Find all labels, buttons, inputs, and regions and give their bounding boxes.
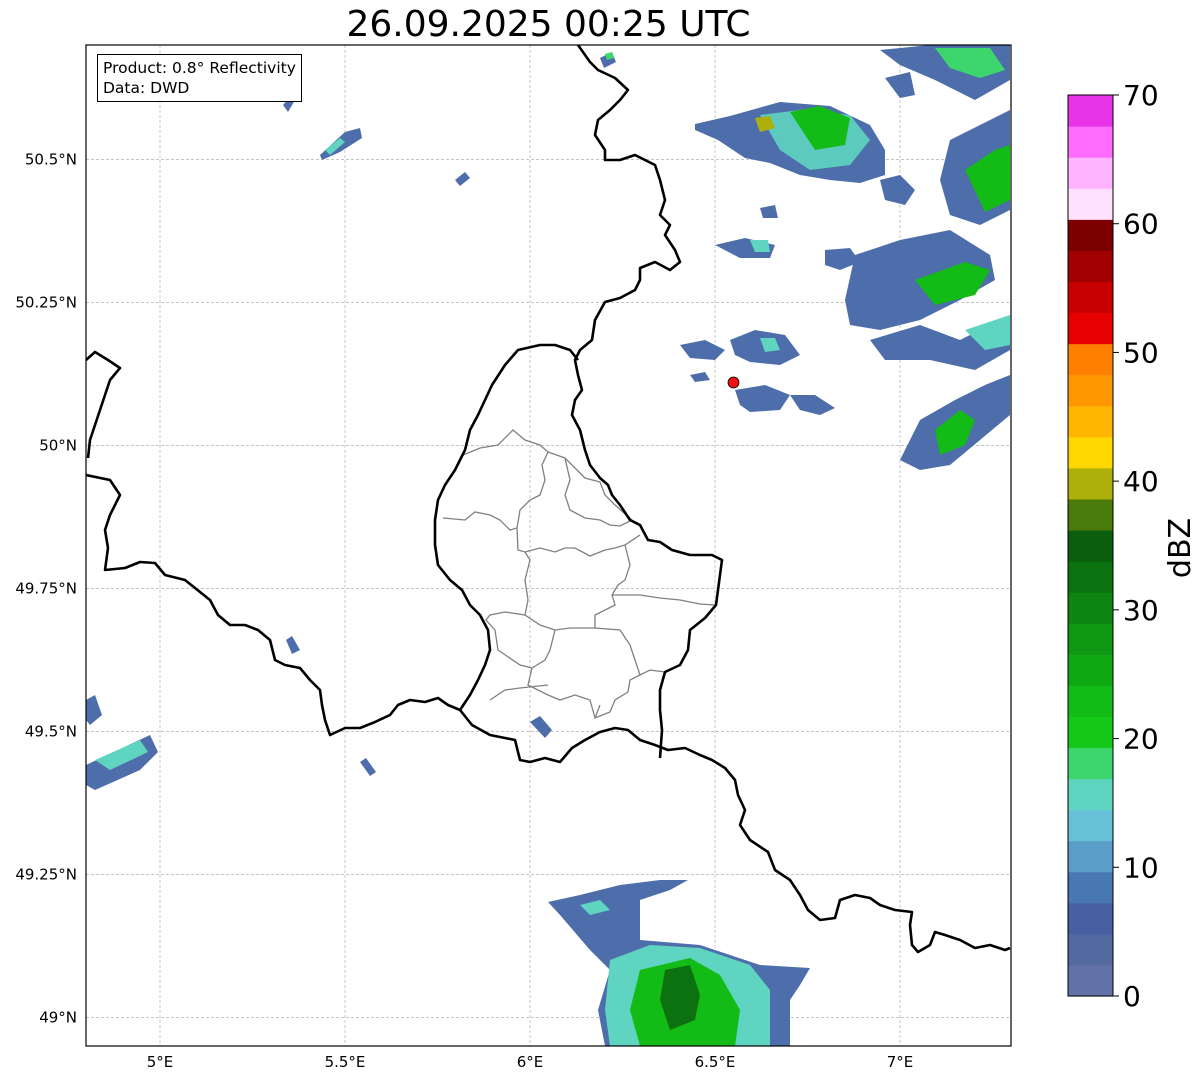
colorbar-swatch bbox=[1068, 219, 1113, 251]
colorbar-swatch bbox=[1068, 933, 1113, 966]
colorbar-tick-label: 10 bbox=[1123, 851, 1159, 884]
colorbar-tick-label: 70 bbox=[1123, 79, 1159, 112]
colorbar-swatch bbox=[1068, 374, 1113, 407]
colorbar-swatch bbox=[1068, 716, 1113, 749]
colorbar-swatch bbox=[1068, 871, 1113, 904]
colorbar-swatch bbox=[1068, 436, 1113, 469]
colorbar-swatch bbox=[1068, 747, 1113, 780]
colorbar-tick-label: 40 bbox=[1123, 465, 1159, 498]
colorbar-swatches bbox=[1068, 95, 1113, 997]
colorbar-swatch bbox=[1068, 809, 1113, 842]
colorbar-swatch bbox=[1068, 902, 1113, 935]
colorbar-swatch bbox=[1068, 95, 1113, 127]
colorbar: 0 10 20 30 40 50 60 70 dBZ bbox=[1067, 79, 1198, 1013]
colorbar-swatch bbox=[1068, 592, 1113, 624]
colorbar-swatch bbox=[1068, 467, 1113, 500]
colorbar-swatch bbox=[1068, 685, 1113, 717]
colorbar-ticks: 0 10 20 30 40 50 60 70 bbox=[1113, 79, 1159, 1013]
colorbar-swatch bbox=[1068, 964, 1113, 997]
colorbar-tick-label: 20 bbox=[1123, 723, 1159, 756]
colorbar-swatch bbox=[1068, 281, 1113, 314]
colorbar-label: dBZ bbox=[1163, 518, 1198, 578]
colorbar-swatch bbox=[1068, 529, 1113, 562]
colorbar-tick-label: 60 bbox=[1123, 208, 1159, 241]
colorbar-swatch bbox=[1068, 343, 1113, 376]
colorbar-swatch bbox=[1068, 157, 1113, 189]
colorbar-swatch bbox=[1068, 561, 1113, 593]
colorbar-swatch bbox=[1068, 498, 1113, 531]
colorbar-swatch bbox=[1068, 840, 1113, 873]
colorbar-tick-label: 30 bbox=[1123, 594, 1159, 627]
colorbar-swatch bbox=[1068, 188, 1113, 220]
colorbar-swatch bbox=[1068, 405, 1113, 438]
colorbar-swatch bbox=[1068, 654, 1113, 686]
colorbar-swatch bbox=[1068, 778, 1113, 811]
colorbar-swatch bbox=[1068, 250, 1113, 283]
colorbar-tick-label: 50 bbox=[1123, 336, 1159, 369]
colorbar-tick-label: 0 bbox=[1123, 980, 1141, 1013]
colorbar-swatch bbox=[1068, 126, 1113, 158]
colorbar-swatch bbox=[1068, 623, 1113, 655]
colorbar-swatch bbox=[1068, 312, 1113, 345]
